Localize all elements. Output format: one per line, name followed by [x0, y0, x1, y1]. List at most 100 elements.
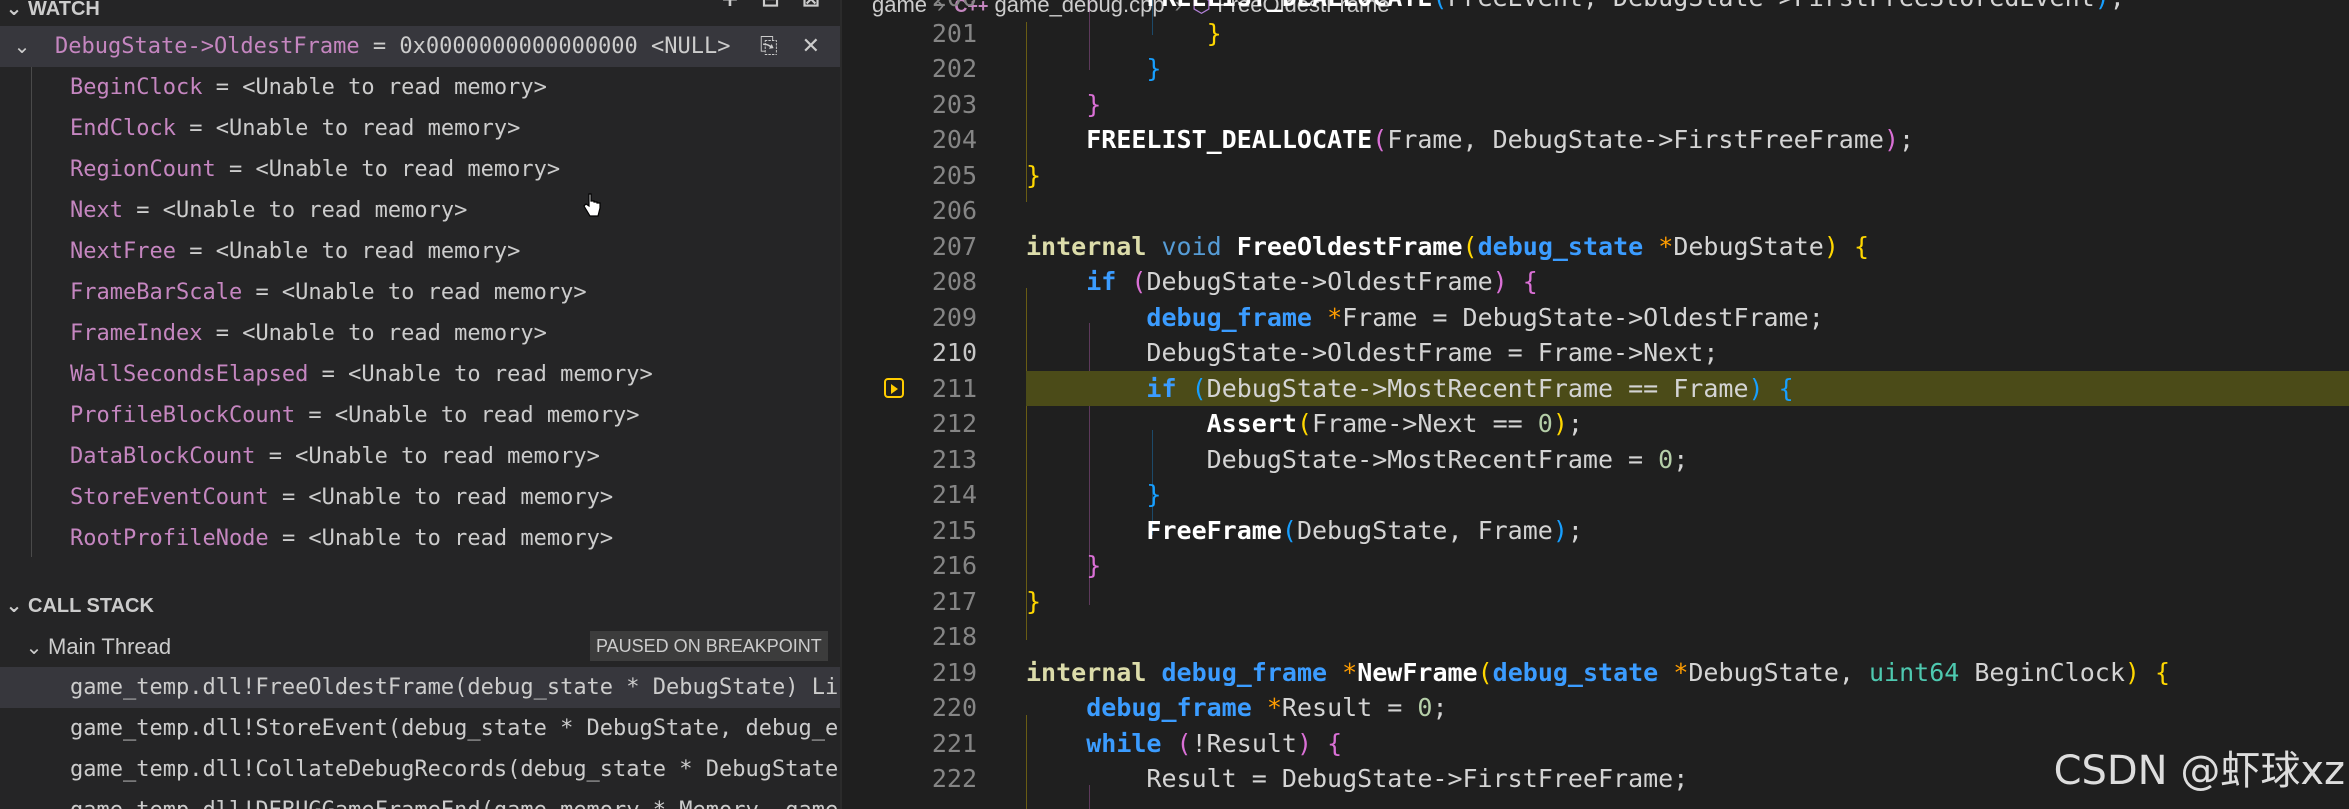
watch-child-row[interactable]: StoreEventCount = <Unable to read memory…	[70, 477, 613, 518]
variable-name: FrameBarScale	[70, 280, 243, 305]
code-line[interactable]: 202 }	[842, 51, 2349, 87]
indent-guide	[31, 67, 32, 557]
code-line[interactable]: 204 FREELIST_DEALLOCATE(Frame, DebugStat…	[842, 122, 2349, 158]
line-number[interactable]: 212	[842, 406, 977, 442]
copy-value-icon[interactable]: ⎘	[760, 34, 778, 59]
code-line[interactable]: 210 DebugState->OldestFrame = Frame->Nex…	[842, 335, 2349, 371]
code-line[interactable]: 209 debug_frame *Frame = DebugState->Old…	[842, 300, 2349, 336]
watch-child-row[interactable]: BeginClock = <Unable to read memory>	[70, 67, 547, 108]
code-line[interactable]: 205}	[842, 158, 2349, 194]
line-number[interactable]: 203	[842, 87, 977, 123]
status-badge: PAUSED ON BREAKPOINT	[590, 631, 828, 661]
stack-frame[interactable]: game_temp.dll!FreeOldestFrame(debug_stat…	[0, 667, 840, 708]
watch-section-header[interactable]: ⌄WATCH + ⊟ ⊠	[0, 0, 840, 26]
watch-child-row[interactable]: RegionCount = <Unable to read memory>	[70, 149, 560, 190]
watch-child-row[interactable]: FrameIndex = <Unable to read memory>	[70, 313, 547, 354]
watch-child-row[interactable]: WallSecondsElapsed = <Unable to read mem…	[70, 354, 653, 395]
chevron-down-icon[interactable]: ⌄	[8, 26, 36, 67]
line-number[interactable]: 216	[842, 548, 977, 584]
line-number[interactable]: 220	[842, 690, 977, 726]
variable-value: = <Unable to read memory>	[281, 526, 614, 551]
close-icon[interactable]: ✕	[802, 34, 820, 59]
line-number[interactable]: 202	[842, 51, 977, 87]
line-number[interactable]: 214	[842, 477, 977, 513]
line-number[interactable]: 200	[842, 0, 977, 16]
code-text: debug_frame *Result = 0;	[1086, 693, 1448, 722]
code-editor[interactable]: game › C++ game_debug.cpp › ⬡ FreeOldestFram…	[842, 0, 2349, 809]
stack-frame[interactable]: game_temp.dll!StoreEvent(debug_state * D…	[70, 708, 840, 749]
code-text: DebugState->MostRecentFrame = 0;	[1206, 444, 1689, 474]
line-number[interactable]: 210	[842, 335, 977, 371]
code-text: }	[1026, 160, 1042, 190]
variable-name: WallSecondsElapsed	[70, 362, 309, 387]
code-text: while (!Result) {	[1086, 728, 1343, 758]
variable-value: = <Unable to read memory>	[189, 116, 521, 141]
variable-value: = <Unable to read memory>	[215, 75, 547, 100]
code-line[interactable]: 211 if (DebugState->MostRecentFrame == F…	[842, 370, 2349, 407]
variable-name: RootProfileNode	[70, 526, 269, 551]
add-expression-icon[interactable]: +	[721, 0, 739, 12]
variable-value: = <Unable to read memory>	[321, 362, 653, 387]
variable-value: = <Unable to read memory>	[255, 280, 587, 305]
line-number[interactable]: 209	[842, 300, 977, 336]
code-line[interactable]: 207 internal void FreeOldestFrame(debug_s…	[842, 229, 2349, 265]
code-text: }	[1146, 480, 1162, 509]
watch-child-row[interactable]: Next = <Unable to read memory>	[70, 190, 467, 231]
variable-name: NextFree	[70, 239, 176, 264]
chevron-down-icon: ⌄	[5, 0, 23, 20]
variable-value: = <Unable to read memory>	[136, 198, 468, 223]
callstack-section-header[interactable]: ⌄ CALL STACK	[0, 587, 840, 623]
stack-frame[interactable]: game_temp.dll!CollateDebugRecords(debug_…	[70, 749, 840, 790]
line-number[interactable]: 215	[842, 513, 977, 549]
line-number[interactable]: 205	[842, 158, 977, 194]
line-number[interactable]: 221	[842, 726, 977, 762]
line-number[interactable]: 218	[842, 619, 977, 655]
watch-expression-root[interactable]: ⌄ DebugState->OldestFrame = 0x0000000000…	[0, 26, 840, 67]
watch-child-row[interactable]: FrameBarScale = <Unable to read memory>	[70, 272, 587, 313]
variable-name: BeginClock	[70, 75, 203, 100]
code-line[interactable]: 212 Assert(Frame->Next == 0);	[842, 406, 2349, 442]
code-line[interactable]: 220 debug_frame *Result = 0;	[842, 690, 2349, 726]
line-number[interactable]: 222	[842, 761, 977, 797]
variable-value: = <Unable to read memory>	[268, 444, 600, 469]
variable-value: = <Unable to read memory>	[228, 157, 561, 182]
line-number[interactable]: 201	[842, 16, 977, 52]
code-line[interactable]: 213 DebugState->MostRecentFrame = 0;	[842, 442, 2349, 478]
watch-child-row[interactable]: ProfileBlockCount = <Unable to read memo…	[70, 395, 640, 436]
line-number[interactable]: 213	[842, 442, 977, 478]
code-text: FREELIST_DEALLOCATE(Frame, DebugState->F…	[1086, 125, 1915, 154]
line-number[interactable]: 204	[842, 122, 977, 158]
watch-child-row[interactable]: RootProfileNode = <Unable to read memory…	[70, 518, 613, 559]
code-line[interactable]: 218	[842, 619, 2349, 655]
code-line[interactable]: 217}	[842, 584, 2349, 620]
variable-name: StoreEventCount	[70, 485, 269, 510]
watermark: CSDN @虾球xz	[2053, 748, 2345, 794]
remove-all-icon[interactable]: ⊠	[802, 0, 820, 12]
code-line[interactable]: 214 }	[842, 477, 2349, 513]
code-line[interactable]: 200 FREELIST_DEALLOCATE(FreeEvent, Debug…	[842, 0, 2349, 16]
collapse-all-icon[interactable]: ⊟	[761, 0, 779, 12]
watch-child-row[interactable]: DataBlockCount = <Unable to read memory>	[70, 436, 600, 477]
code-line[interactable]: 208 if (DebugState->OldestFrame) {	[842, 264, 2349, 300]
line-number[interactable]: 219	[842, 655, 977, 691]
line-number[interactable]: 208	[842, 264, 977, 300]
variable-name: Next	[70, 198, 123, 223]
line-number[interactable]: 211	[842, 371, 977, 407]
code-line[interactable]: 219 internal debug_frame *NewFrame(debug_…	[842, 655, 2349, 691]
line-number[interactable]: 207	[842, 229, 977, 265]
watch-title: WATCH	[28, 0, 100, 20]
line-number[interactable]: 217	[842, 584, 977, 620]
code-line[interactable]: 201 }	[842, 16, 2349, 52]
line-number[interactable]: 206	[842, 193, 977, 229]
code-line[interactable]: 215 FreeFrame(DebugState, Frame);	[842, 513, 2349, 549]
code-text: internal void FreeOldestFrame(debug_stat…	[1026, 231, 1870, 261]
watch-child-row[interactable]: NextFree = <Unable to read memory>	[70, 231, 520, 272]
code-line[interactable]: 216 }	[842, 548, 2349, 584]
watch-child-row[interactable]: EndClock = <Unable to read memory>	[70, 108, 520, 149]
code-line[interactable]: 206	[842, 193, 2349, 229]
code-line[interactable]: 203 }	[842, 87, 2349, 123]
variable-name: ProfileBlockCount	[70, 403, 296, 428]
stack-frame[interactable]: game_temp.dll!DEBUGGameFrameEnd(game_mem…	[70, 790, 840, 809]
variable-value: = <Unable to read memory>	[215, 321, 547, 346]
watch-toolbar: + ⊟ ⊠	[699, 0, 820, 18]
